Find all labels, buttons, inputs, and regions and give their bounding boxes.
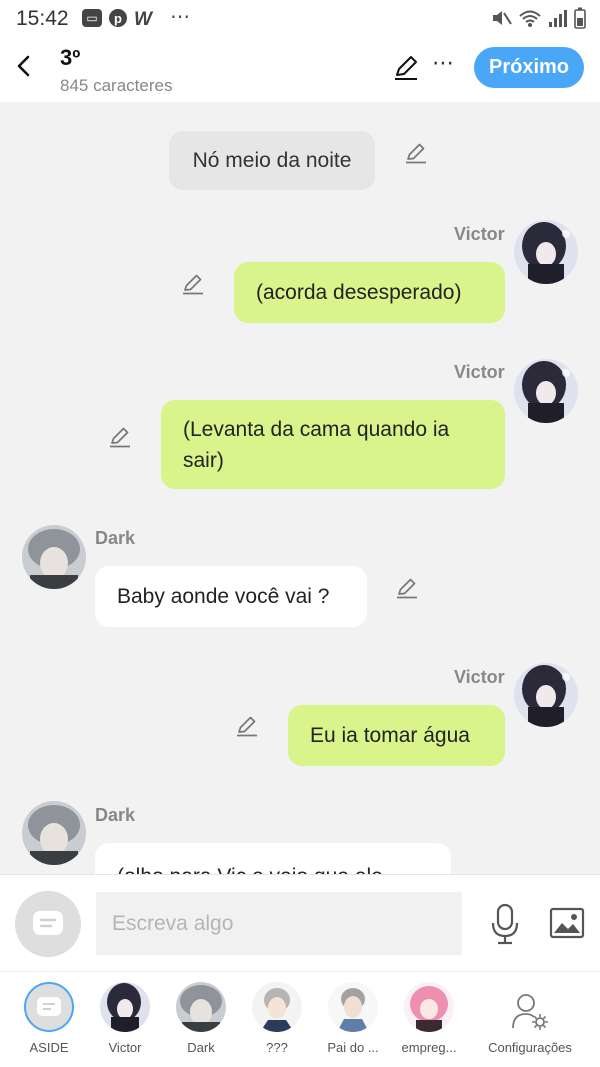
message-bubble[interactable]: (olho para Vic e vejo que ele [95,843,451,874]
more-notifications-icon: ⋯ [170,6,191,28]
status-bar: 15:42 ▭ p W ⋯ [0,0,600,36]
chat-bubble-icon [33,911,63,935]
message-bubble[interactable]: Baby aonde você vai ? [95,566,367,627]
wattpad-icon: W [134,9,154,27]
speaker-name: Dark [95,805,136,825]
pencil-icon[interactable] [395,576,419,600]
mic-icon[interactable] [489,903,521,945]
character-count: 845 caracteres [60,76,173,95]
chat-bubble-icon [24,982,74,1032]
speaker-name: Victor [454,667,505,687]
mute-icon [493,11,512,25]
svg-text:p: p [114,11,122,26]
aside-toggle-button[interactable] [15,891,81,957]
speaker-name: Victor [454,362,505,382]
voicemail-app-icon: ▭ [82,9,102,27]
avatar [176,982,226,1032]
signal-icon [549,10,567,27]
editor-header: 3º 845 caracteres ⋯ Próximo [0,36,600,102]
avatar [404,982,454,1032]
tab-label: empreg... [401,1040,457,1055]
pinterest-icon: p [109,9,127,27]
avatar [100,982,150,1032]
avatar[interactable] [22,801,86,865]
status-time: 15:42 [16,7,69,30]
avatar[interactable] [514,220,578,284]
back-arrow-icon[interactable] [12,52,36,80]
avatar[interactable] [514,663,578,727]
speaker-name: Victor [454,224,505,244]
composer-bar [0,874,600,971]
message-input[interactable] [96,892,462,955]
pencil-icon[interactable] [404,141,428,165]
next-button[interactable]: Próximo [474,47,584,88]
pencil-icon[interactable] [108,425,132,449]
character-tab-bar: ASIDE Victor Dark ??? Pai do ... empreg.… [0,971,600,1067]
battery-icon [574,7,586,29]
message-bubble[interactable]: Eu ia tomar água [288,705,505,766]
image-icon[interactable] [549,907,585,939]
message-bubble[interactable]: (acorda desesperado) [234,262,505,323]
chat-area[interactable]: Nó meio da noite Victor (acorda desesper… [0,102,600,874]
avatar[interactable] [22,525,86,589]
avatar [328,982,378,1032]
avatar[interactable] [514,359,578,423]
pencil-icon[interactable] [235,714,259,738]
tab-empreg[interactable]: empreg... [389,982,469,1062]
svg-text:W: W [134,9,154,27]
avatar [252,982,302,1032]
wifi-icon [519,10,541,27]
narration-bubble[interactable]: Nó meio da noite [169,131,375,190]
settings-user-icon [512,994,548,1030]
pencil-icon[interactable] [392,54,420,82]
chapter-title[interactable]: 3º [60,45,80,71]
tab-settings[interactable]: Configurações [488,982,572,1062]
more-icon[interactable]: ⋯ [432,50,455,76]
tab-label: Configurações [488,1040,572,1055]
message-bubble[interactable]: (Levanta da cama quando ia sair) [161,400,505,489]
speaker-name: Dark [95,528,136,548]
pencil-icon[interactable] [181,272,205,296]
